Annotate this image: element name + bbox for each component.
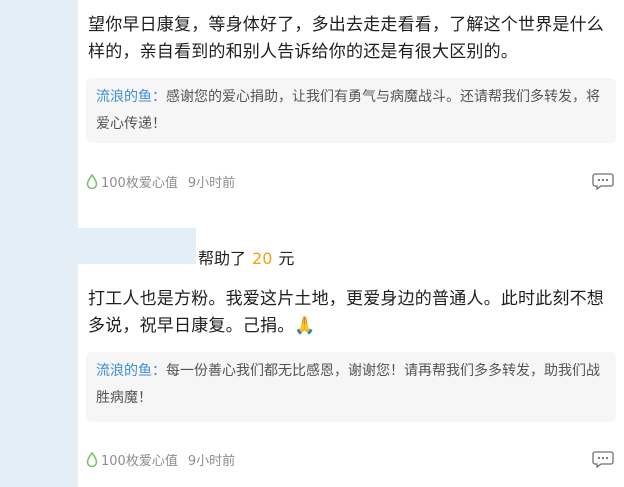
love-value: 100枚爱心值 [101, 454, 178, 469]
comment-bubble-icon[interactable] [592, 172, 614, 190]
donation-line: 帮助了 20 元 [198, 245, 294, 269]
comment-card-2: 帮助了 20 元 打工人也是方粉。我爱这片土地，更爱身边的普通人。此时此刻不想多说，… [78, 228, 624, 487]
comment-card-1: 望你早日康复，等身体好了，多出去走走看看，了解这个世界是什么样的，亲自看到的和别… [78, 0, 624, 200]
reply-box: 流浪的鱼：每一份善心我们都无比感恩，谢谢您！请再帮我们多多转发，助我们战胜病魔！ [86, 352, 616, 422]
comment-meta: 100枚爱心值 9小时前 [86, 172, 235, 191]
donation-prefix: 帮助了 [198, 249, 247, 268]
comment-meta: 100枚爱心值 9小时前 [86, 450, 235, 469]
comment-time: 9小时前 [187, 176, 236, 191]
reply-author[interactable]: 流浪的鱼： [96, 89, 166, 105]
reply-box: 流浪的鱼：感谢您的爱心捐助，让我们有勇气与病魔战斗。还请帮我们多转发，将爱心传递… [86, 78, 616, 143]
water-drop-icon [86, 174, 98, 189]
donation-amount: 20 [252, 249, 273, 268]
reply-text: 每一份善心我们都无比感恩，谢谢您！请再帮我们多多转发，助我们战胜病魔！ [96, 363, 600, 406]
comment-text: 望你早日康复，等身体好了，多出去走走看看，了解这个世界是什么样的，亲自看到的和别… [88, 15, 604, 62]
reply-text: 感谢您的爱心捐助，让我们有勇气与病魔战斗。还请帮我们多转发，将爱心传递！ [96, 89, 600, 132]
reply-author[interactable]: 流浪的鱼： [96, 363, 166, 379]
donation-unit: 元 [278, 249, 295, 268]
water-drop-icon [86, 452, 98, 467]
left-sidebar-strip [0, 0, 78, 487]
comment-text: 打工人也是方粉。我爱这片土地，更爱身边的普通人。此时此刻不想多说，祝早日康复。己… [88, 289, 604, 336]
love-value: 100枚爱心值 [101, 176, 178, 191]
comment-time: 9小时前 [187, 454, 236, 469]
donor-name-redacted [78, 228, 196, 264]
comment-bubble-icon[interactable] [592, 450, 614, 468]
